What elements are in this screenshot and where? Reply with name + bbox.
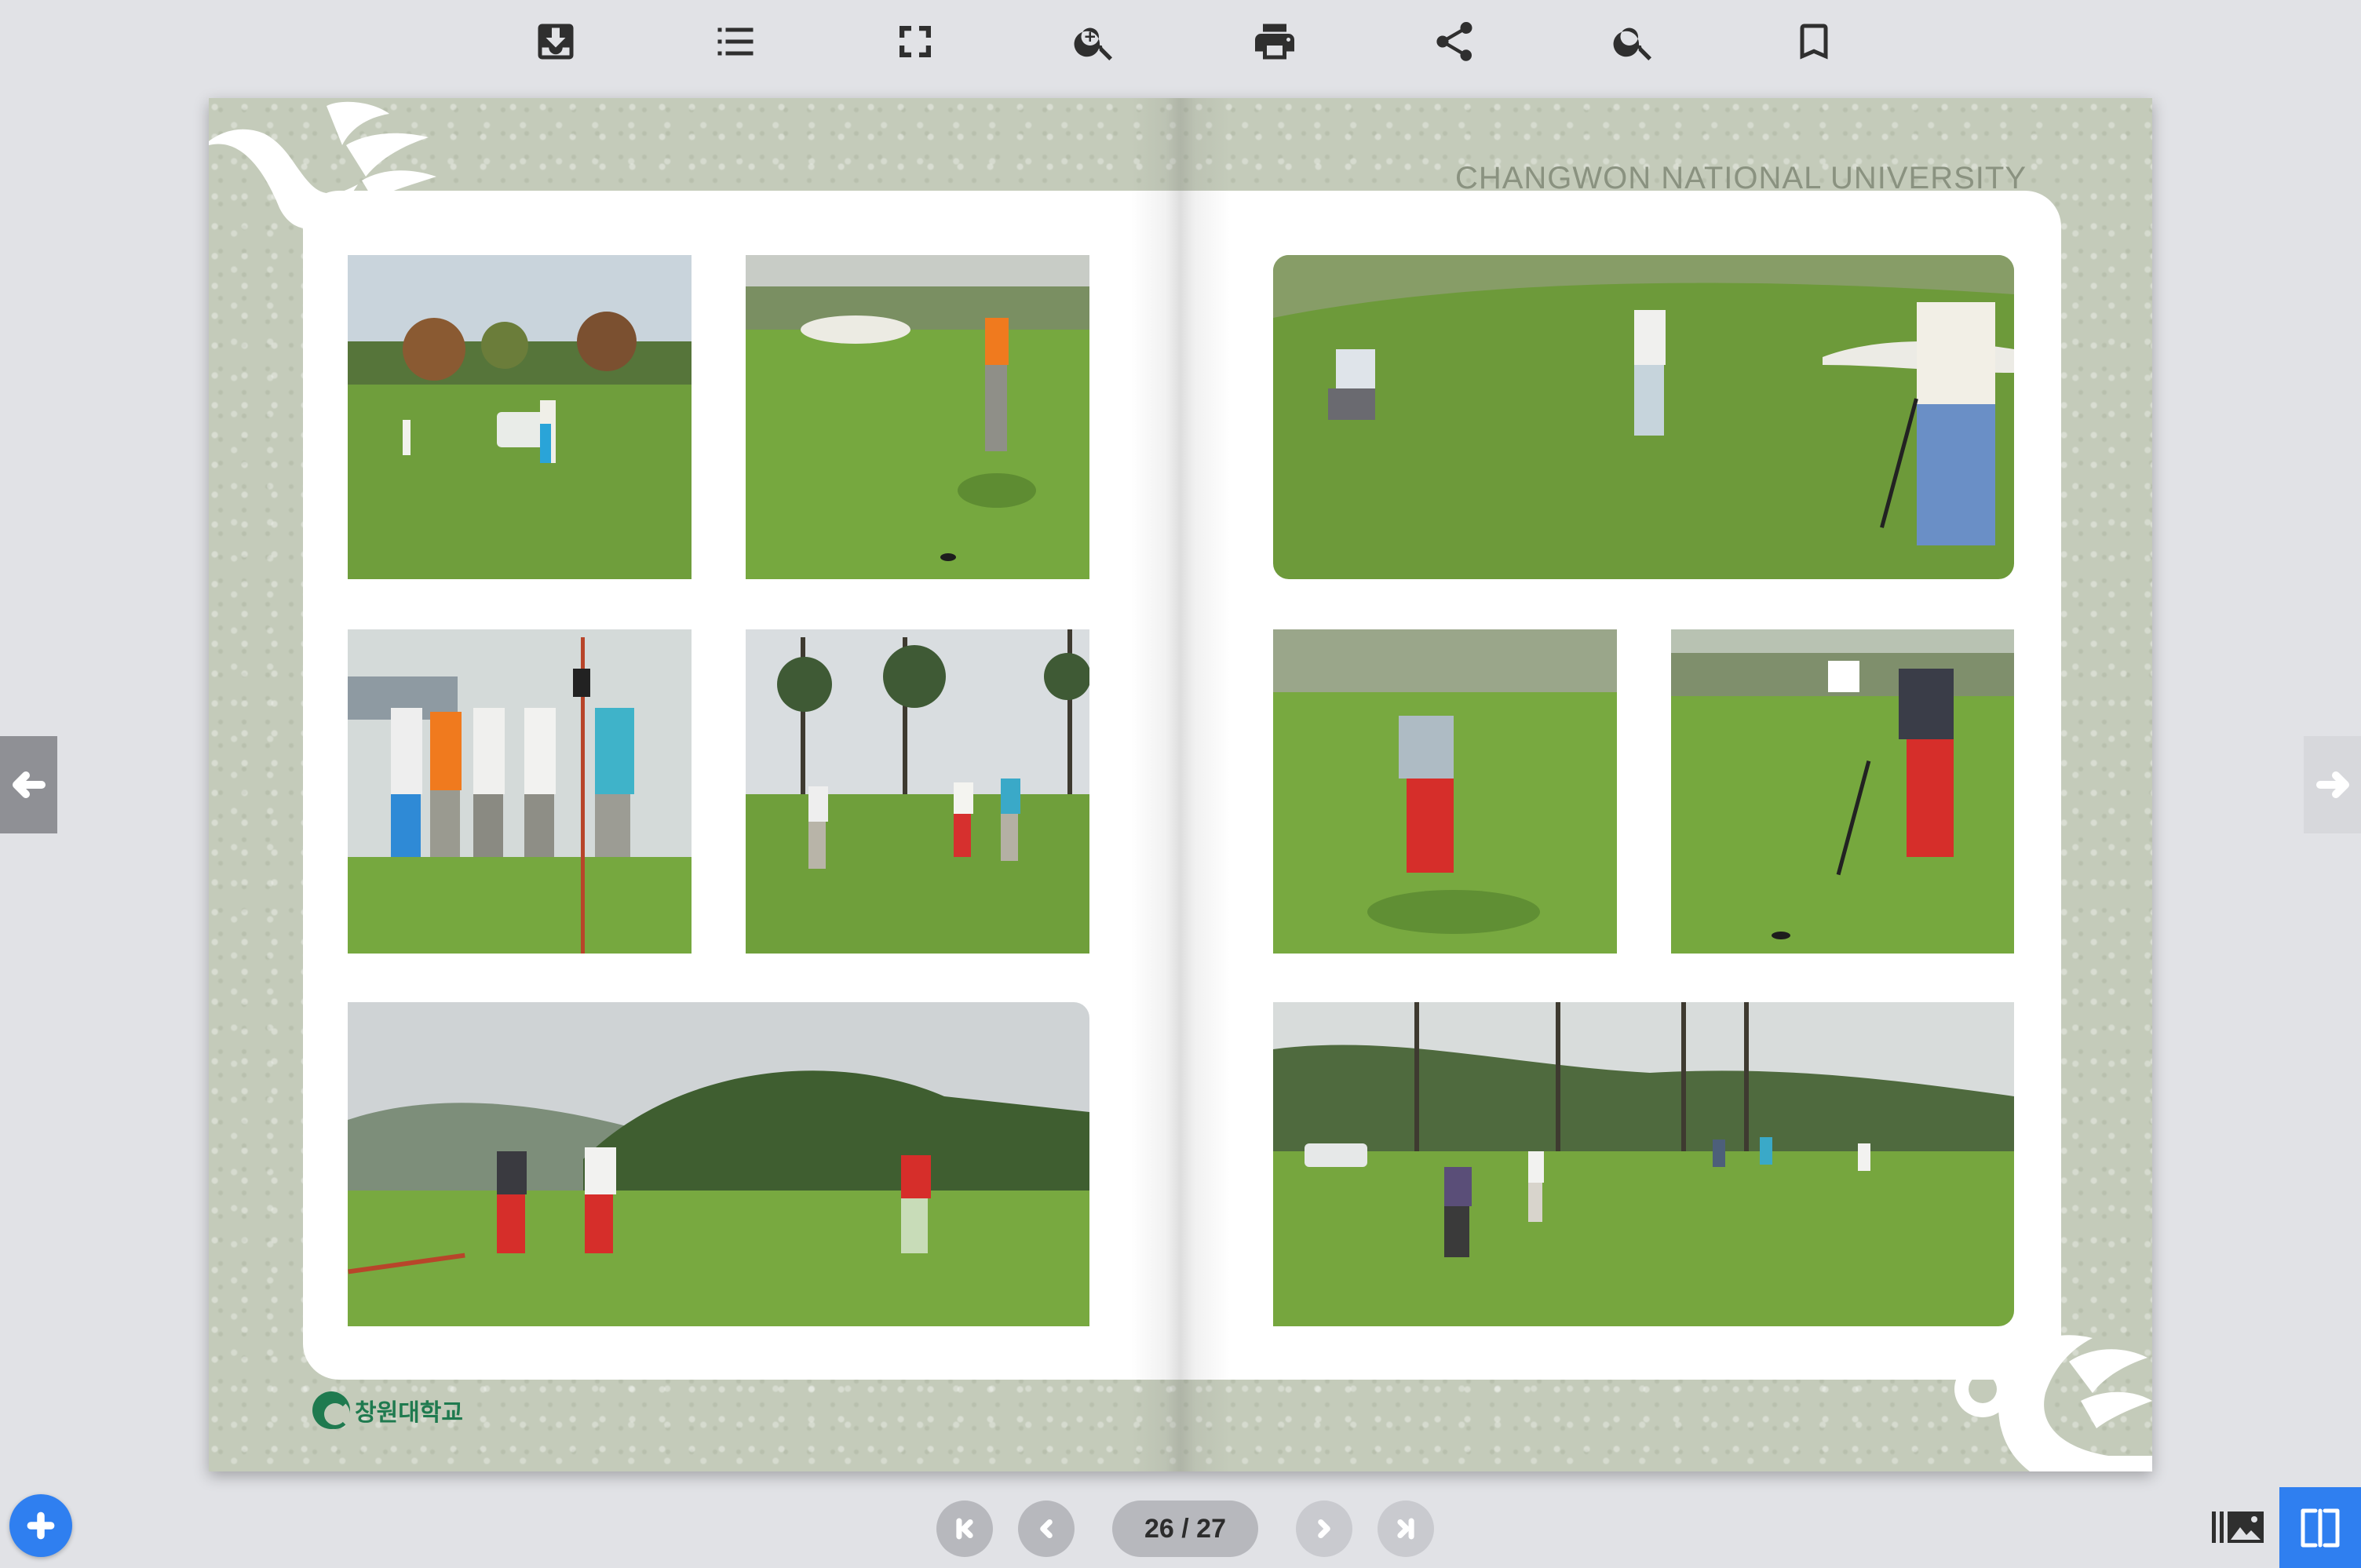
golf-photo[interactable] bbox=[1671, 629, 2014, 954]
zoom-in-icon[interactable] bbox=[1067, 14, 1122, 69]
book-spread[interactable]: CHANGWON NATIONAL UNIVERSITY CHANGWON NA… bbox=[209, 98, 2152, 1471]
previous-page-arrow[interactable] bbox=[0, 736, 57, 833]
first-page-icon bbox=[956, 1518, 973, 1540]
golf-photo[interactable] bbox=[1273, 1002, 2014, 1326]
golf-photo[interactable] bbox=[1273, 629, 1617, 954]
arrow-left-icon bbox=[12, 771, 46, 798]
university-emblem-icon bbox=[312, 1391, 350, 1429]
golf-photo[interactable] bbox=[348, 255, 692, 579]
top-toolbar bbox=[0, 0, 2361, 82]
golf-photo[interactable] bbox=[348, 629, 692, 954]
add-button[interactable] bbox=[9, 1494, 72, 1557]
table-of-contents-icon[interactable] bbox=[708, 14, 763, 69]
bookmark-icon[interactable] bbox=[1786, 14, 1841, 69]
last-page-icon bbox=[1397, 1518, 1414, 1540]
next-page-arrow[interactable] bbox=[2304, 736, 2361, 833]
university-title-text: CHANGWON NATIONAL UNIVERSITY bbox=[1454, 161, 2027, 195]
university-title: CHANGWON NATIONAL UNIVERSITY CHANGWON NA… bbox=[1454, 161, 2027, 225]
arrow-right-icon bbox=[2315, 771, 2349, 798]
last-page-button[interactable] bbox=[1378, 1501, 1434, 1557]
share-icon[interactable] bbox=[1427, 14, 1482, 69]
university-logo-text: 창원대학교 bbox=[355, 1399, 463, 1427]
fullscreen-icon[interactable] bbox=[888, 14, 943, 69]
chevron-right-icon bbox=[1318, 1519, 1330, 1539]
thumbnails-icon bbox=[2212, 1511, 2264, 1543]
search-icon[interactable] bbox=[1607, 14, 1662, 69]
double-page-view-button[interactable] bbox=[2279, 1487, 2361, 1568]
next-page-button[interactable] bbox=[1296, 1501, 1352, 1557]
print-icon[interactable] bbox=[1247, 14, 1302, 69]
university-title-shadow: CHANGWON NATIONAL UNIVERSITY bbox=[1454, 191, 2027, 225]
thumbnail-view-button[interactable] bbox=[2210, 1505, 2265, 1549]
previous-page-button[interactable] bbox=[1018, 1501, 1075, 1557]
chevron-left-icon bbox=[1040, 1519, 1053, 1539]
golf-photo[interactable] bbox=[1273, 255, 2014, 579]
golf-photo[interactable] bbox=[746, 629, 1089, 954]
golf-photo[interactable] bbox=[746, 255, 1089, 579]
plus-icon bbox=[27, 1511, 55, 1540]
book-spread-icon bbox=[2301, 1508, 2340, 1547]
download-icon[interactable] bbox=[528, 14, 583, 69]
book-spine-shadow bbox=[1131, 98, 1230, 1471]
university-logo: 창원대학교 bbox=[312, 1391, 463, 1429]
golf-photo[interactable] bbox=[348, 1002, 1089, 1326]
first-page-button[interactable] bbox=[936, 1501, 993, 1557]
page-indicator[interactable]: 26 / 27 bbox=[1112, 1501, 1258, 1557]
